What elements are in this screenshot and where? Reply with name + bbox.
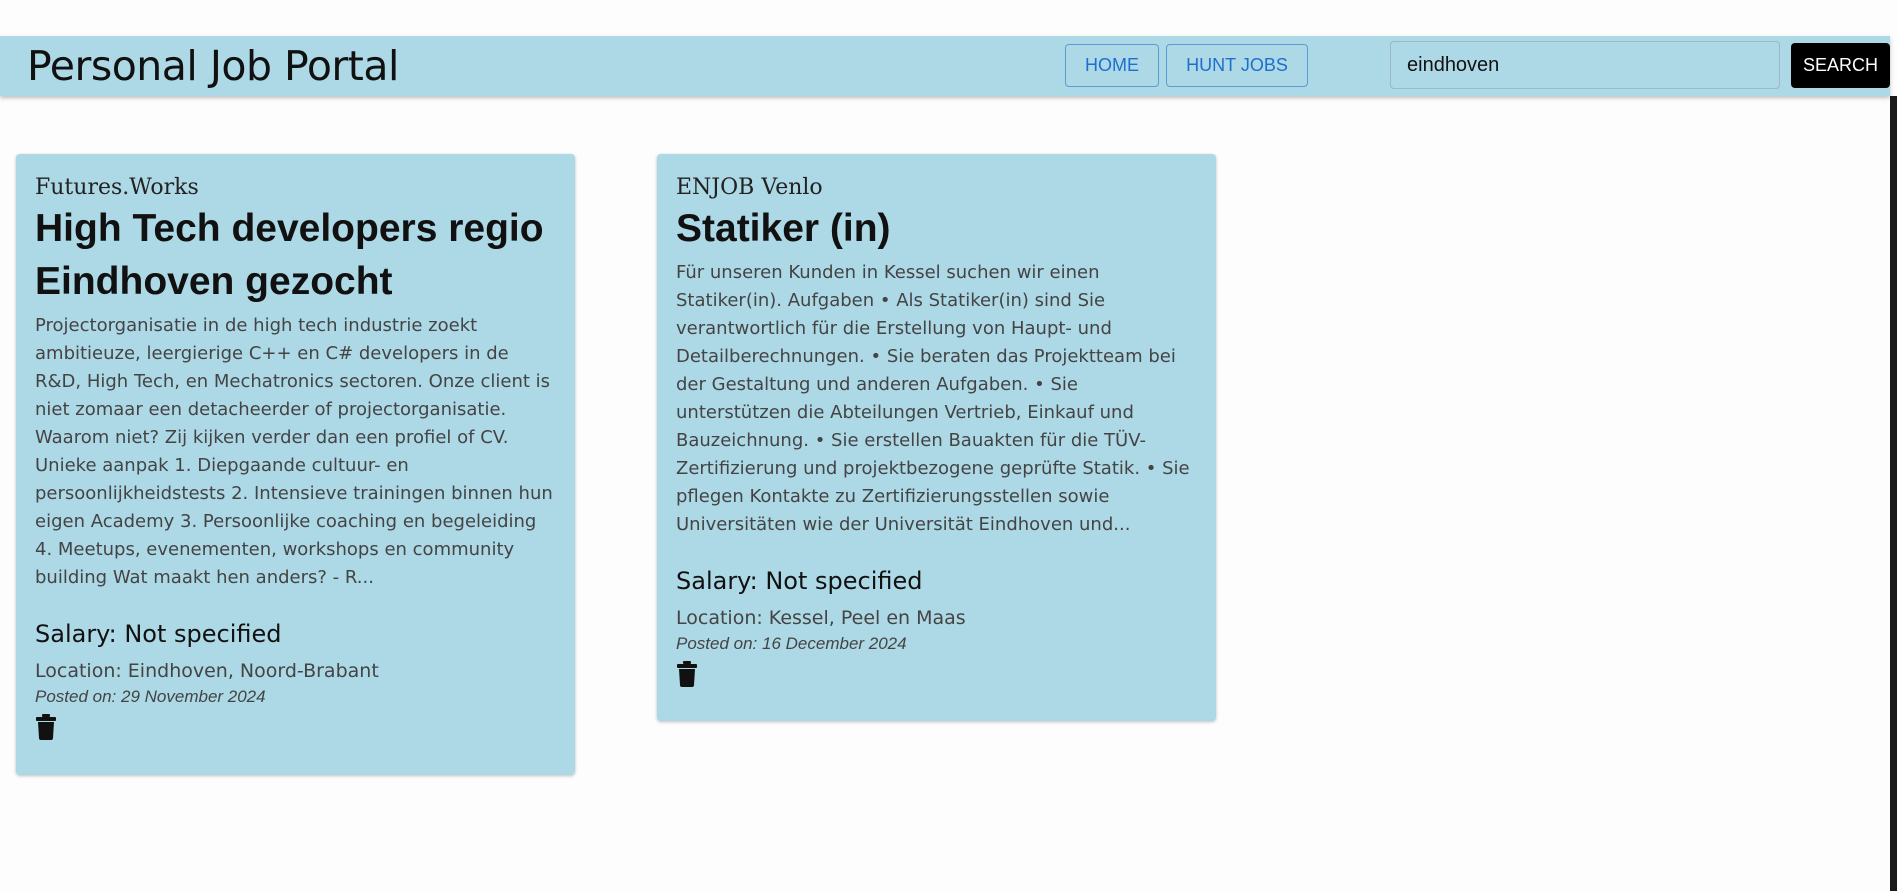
search-input[interactable] bbox=[1390, 41, 1780, 89]
job-location: Location: Kessel, Peel en Maas bbox=[676, 607, 966, 629]
job-posted-date: Posted on: 29 November 2024 bbox=[35, 687, 266, 706]
app-title: Personal Job Portal bbox=[27, 42, 399, 90]
job-salary: Salary: Not specified bbox=[676, 567, 923, 595]
job-posted-date: Posted on: 16 December 2024 bbox=[676, 634, 907, 653]
job-description: Projectorganisatie in de high tech indus… bbox=[35, 315, 553, 588]
trash-icon[interactable] bbox=[35, 714, 57, 740]
job-title: Statiker (in) bbox=[676, 207, 891, 250]
trash-icon[interactable] bbox=[676, 661, 698, 687]
job-company: Futures.Works bbox=[35, 175, 199, 200]
nav-hunt-jobs-button[interactable]: HUNT JOBS bbox=[1166, 44, 1308, 87]
top-app-bar: Personal Job Portal HOME HUNT JOBS SEARC… bbox=[0, 36, 1890, 96]
window-edge bbox=[1890, 96, 1897, 891]
job-salary: Salary: Not specified bbox=[35, 620, 282, 648]
job-location: Location: Eindhoven, Noord-Brabant bbox=[35, 660, 379, 682]
search-button[interactable]: SEARCH bbox=[1791, 43, 1890, 88]
job-title: High Tech developers regio Eindhoven gez… bbox=[35, 207, 544, 303]
job-company: ENJOB Venlo bbox=[676, 175, 823, 200]
job-card: ENJOB Venlo Statiker (in) Für unseren Ku… bbox=[657, 154, 1216, 721]
nav-home-button[interactable]: HOME bbox=[1065, 44, 1159, 87]
job-card: Futures.Works High Tech developers regio… bbox=[16, 154, 575, 775]
job-description: Für unseren Kunden in Kessel suchen wir … bbox=[676, 262, 1190, 535]
